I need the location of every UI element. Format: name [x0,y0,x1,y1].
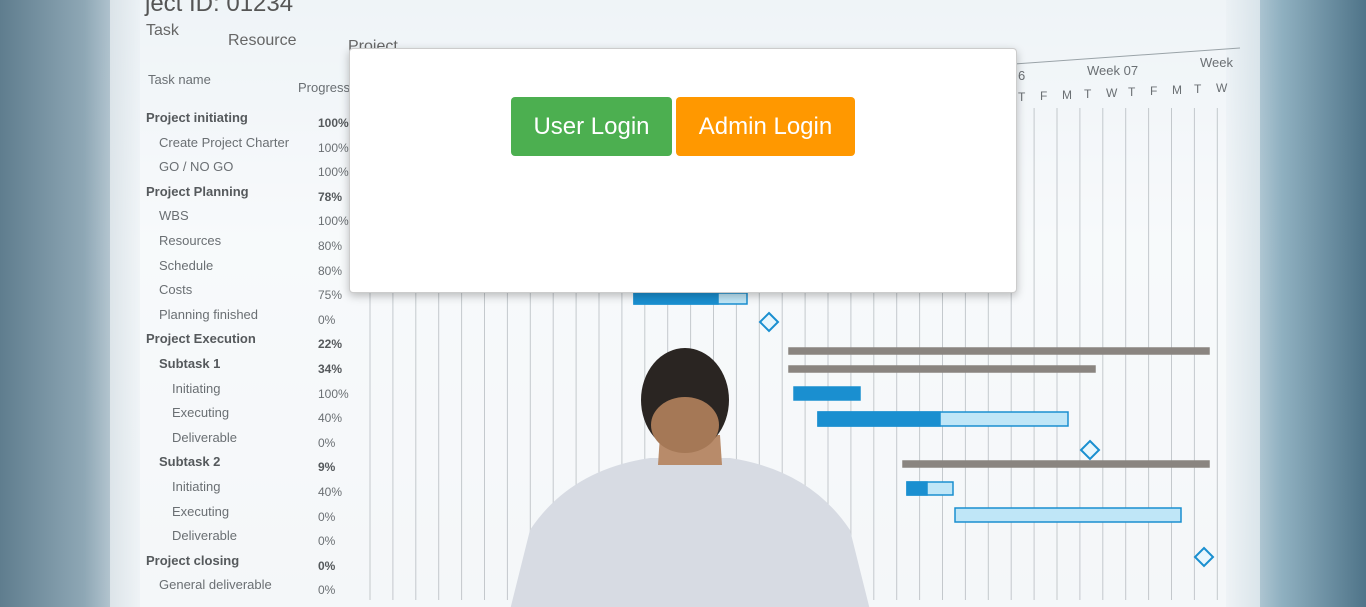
background-col-progress: Progress [298,80,351,95]
background-task-progress: 80% [318,239,343,253]
background-task-progress: 40% [318,411,343,426]
background-task-progress: 75% [318,288,343,303]
background-task-progress: 40% [318,485,343,499]
background-week-08: Week [1200,55,1233,70]
background-task-name: Deliverable [172,429,238,445]
background-day-label: T [1084,87,1092,101]
gantt-bar [633,292,719,305]
background-task-name: Create Project Charter [159,134,290,150]
background-task-progress: 0% [318,312,336,327]
background-task-name: Subtask 1 [159,356,221,371]
background-task-name: GO / NO GO [159,159,234,175]
background-task-name: Resources [159,233,222,248]
background-day-label: T [1018,90,1026,104]
background-task-name: Costs [159,282,193,298]
background-task-progress: 0% [318,534,336,549]
background-task-name: Subtask 2 [159,454,221,470]
background-task-name: Project closing [146,552,240,568]
background-col-task-name: Task name [148,72,211,87]
background-day-label: W [1216,81,1228,95]
background-task-progress: 9% [318,460,336,475]
gantt-milestone-diamond [1193,546,1215,568]
background-task-progress: 80% [318,263,343,278]
background-task-name: Initiating [172,380,221,396]
background-task-progress: 0% [318,558,336,573]
background-task-name: Project Execution [146,331,256,347]
login-button-group: User Login Admin Login [511,97,855,156]
background-task-progress: 22% [318,337,343,352]
background-task-name: Planning finished [159,306,259,322]
gantt-bar [906,481,928,496]
background-task-name: Schedule [159,257,214,273]
background-day-label: M [1172,83,1182,97]
background-task-progress: 100% [318,386,349,401]
background-task-progress: 78% [318,189,343,204]
background-tab-task: Task [146,22,179,39]
background-task-name: Project Planning [146,183,249,199]
background-day-label: T [1128,85,1136,99]
background-task-name: Executing [172,405,230,421]
background-task-progress: 100% [318,116,349,130]
background-task-name: Deliverable [172,528,238,544]
background-task-progress: 0% [318,509,336,524]
gantt-milestone-diamond [758,311,780,333]
user-login-button[interactable]: User Login [511,97,672,156]
background-week-06: 6 [1018,68,1026,83]
background-day-label: T [1194,82,1202,96]
gantt-bar [902,460,1210,468]
background-task-name: WBS [159,208,189,224]
background-task-name: Project initiating [146,110,248,125]
background-day-label: W [1106,86,1118,100]
background-task-progress: 0% [318,435,336,450]
background-week-07: Week 07 [1087,63,1139,78]
background-tab-resource: Resource [228,32,297,49]
background-task-progress: 100% [318,165,349,180]
background-day-label: M [1062,88,1072,102]
gantt-bar [954,507,1182,523]
background-task-name: Initiating [172,479,221,494]
background-day-label: F [1150,84,1158,98]
background-task-progress: 34% [318,362,343,376]
background-project-id: ject ID: 01234 [145,0,294,17]
login-modal: User Login Admin Login [349,48,1017,293]
background-task-progress: 100% [318,214,349,229]
background-task-name: Executing [172,503,230,519]
background-task-name: General deliverable [159,577,272,593]
background-task-progress: 100% [318,140,349,155]
background-person-silhouette [510,348,870,607]
gantt-milestone-diamond [1079,439,1101,461]
admin-login-button[interactable]: Admin Login [676,97,855,156]
background-day-label: F [1040,89,1048,103]
background-task-progress: 0% [318,583,336,598]
